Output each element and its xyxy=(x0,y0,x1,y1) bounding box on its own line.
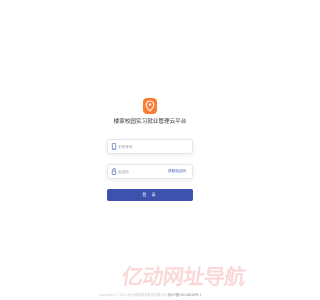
icp-link[interactable]: 浙ICP备19016628号-1 xyxy=(168,293,202,297)
copyright-text: Copyright © 2021 杭州楼家教育科技有限公司 xyxy=(98,293,167,297)
location-pin-icon xyxy=(145,100,155,112)
get-code-link[interactable]: 获取验证码 xyxy=(168,169,186,174)
mobile-phone-icon xyxy=(111,143,117,150)
login-page: 楼家校园实习就业管理云平台 获取验证码 登 录 亿动网址导航 Copyright… xyxy=(0,0,300,300)
watermark-text: 亿动网址导航 xyxy=(120,265,247,289)
phone-field[interactable] xyxy=(107,139,193,154)
phone-input[interactable] xyxy=(118,141,168,152)
lock-icon xyxy=(111,168,117,175)
code-input[interactable] xyxy=(118,166,168,177)
login-button[interactable]: 登 录 xyxy=(107,189,193,201)
app-title: 楼家校园实习就业管理云平台 xyxy=(113,119,187,125)
app-logo xyxy=(143,98,157,114)
code-field[interactable]: 获取验证码 xyxy=(107,164,193,179)
footer: Copyright © 2021 杭州楼家教育科技有限公司 浙ICP备19016… xyxy=(0,292,300,300)
